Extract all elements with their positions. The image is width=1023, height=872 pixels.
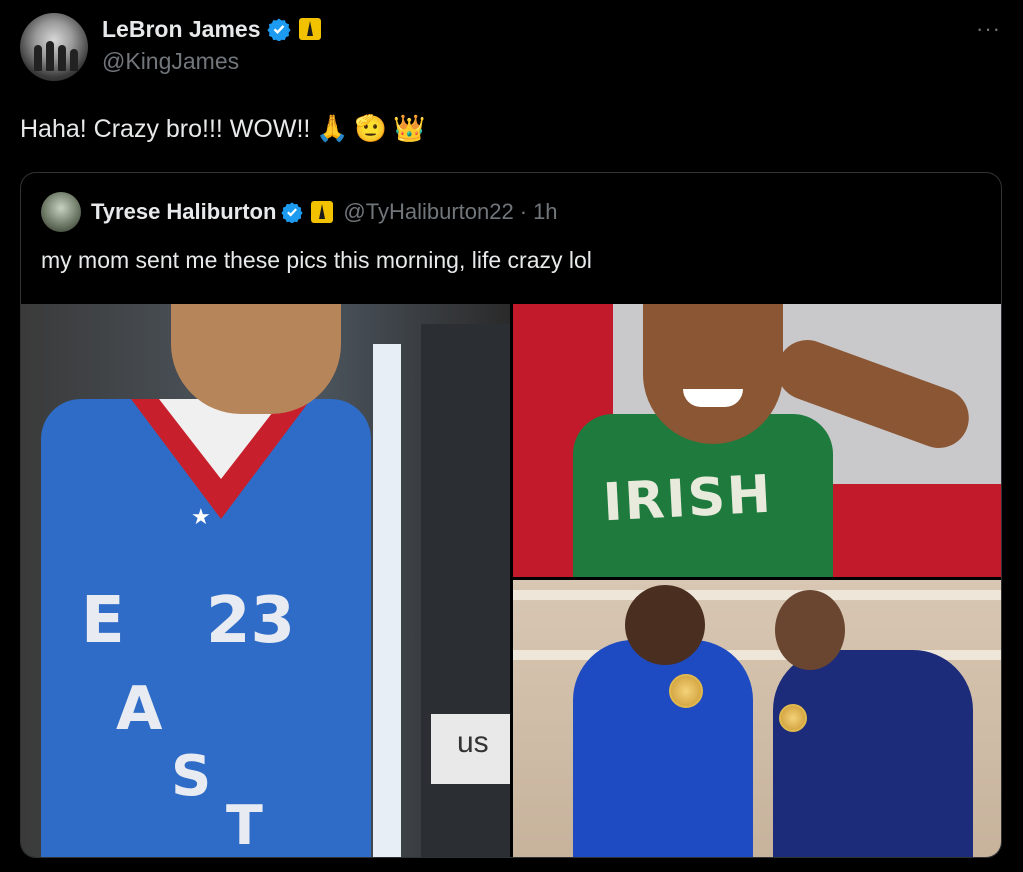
verified-badge-icon[interactable] (266, 17, 291, 41)
saluting-face-icon: 🫡 (354, 114, 388, 144)
author-name[interactable]: LeBron James (102, 16, 261, 43)
quoted-author-handle[interactable]: @TyHaliburton22 (343, 199, 513, 225)
jersey-letter: T (226, 794, 263, 857)
tweet-text: Haha! Crazy bro!!! WOW!! 🙏 🫡 👑 (20, 114, 425, 144)
author-handle[interactable]: @KingJames (102, 48, 239, 75)
photo-child-green-jersey[interactable]: IRISH (513, 304, 1001, 577)
media-grid: us ★ E A S T 23 IRISH (21, 304, 1001, 857)
player-one-head (625, 585, 705, 665)
quoted-timestamp[interactable]: 1h (533, 199, 557, 225)
author-name-row: LeBron James (102, 14, 321, 44)
avatar-figure (34, 45, 42, 71)
quoted-author-avatar[interactable] (41, 192, 81, 232)
crown-icon: 👑 (393, 114, 426, 144)
gold-medal-icon (779, 704, 807, 732)
locker-shelf (513, 590, 1001, 600)
player-two (773, 650, 973, 857)
quoted-tweet-text: my mom sent me these pics this morning, … (41, 247, 592, 273)
star-icon: ★ (191, 504, 211, 529)
quoted-author-name[interactable]: Tyrese Haliburton (91, 199, 276, 225)
avatar-figure (70, 49, 78, 71)
jersey-letter: S (171, 744, 212, 809)
player-one (573, 640, 753, 857)
gold-medal-icon (669, 674, 703, 708)
photo-pole (373, 344, 401, 857)
jersey-letter: E (81, 584, 125, 658)
separator-dot: · (519, 199, 528, 224)
jersey-number: 23 (206, 584, 296, 658)
photo-tag: us (431, 714, 510, 784)
photo-gold-medals[interactable] (513, 580, 1001, 857)
player-two-head (775, 590, 845, 670)
quoted-tweet[interactable]: Tyrese Haliburton @TyHaliburton22 · 1h m… (20, 172, 1002, 858)
affiliate-badge-icon[interactable] (311, 201, 334, 223)
jersey-text: IRISH (601, 464, 775, 534)
jersey-letter: A (116, 674, 163, 744)
affiliate-badge-icon[interactable] (298, 18, 321, 40)
avatar-figure (58, 45, 66, 71)
author-avatar[interactable] (20, 13, 88, 81)
tweet-text-body: Haha! Crazy bro!!! WOW!! (20, 114, 311, 143)
more-options-icon[interactable]: ··· (976, 16, 1001, 42)
folded-hands-icon: 🙏 (316, 114, 349, 144)
child-face (643, 304, 783, 444)
quoted-tweet-header: Tyrese Haliburton @TyHaliburton22 · 1h (41, 192, 558, 232)
child-face (171, 304, 341, 414)
child-smile (683, 389, 743, 407)
avatar-figure (46, 41, 54, 71)
photo-child-east-jersey[interactable]: us ★ E A S T 23 (21, 304, 510, 857)
verified-badge-icon[interactable] (281, 201, 304, 223)
